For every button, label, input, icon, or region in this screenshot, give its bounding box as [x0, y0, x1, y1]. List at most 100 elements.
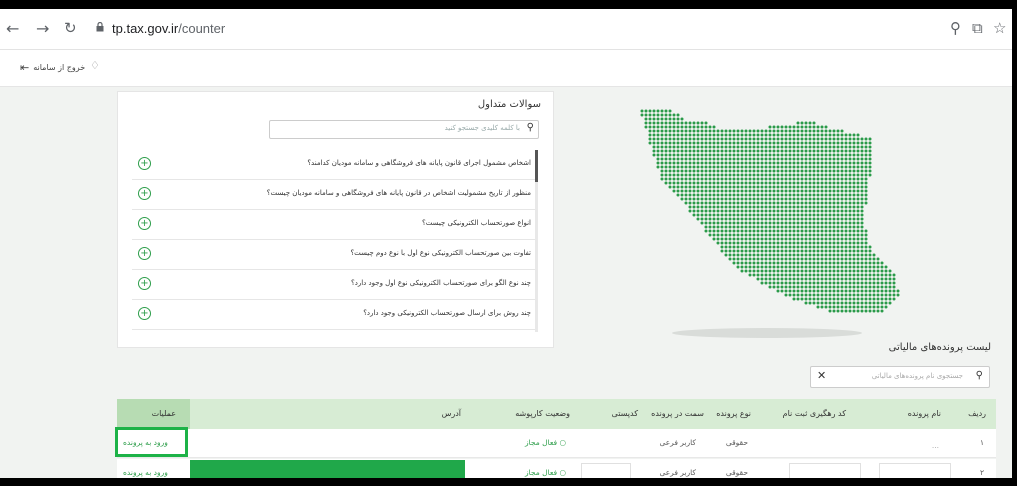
lock-icon[interactable] — [96, 22, 104, 32]
map-dot — [792, 177, 796, 181]
map-dot — [792, 169, 796, 173]
map-dot — [860, 173, 864, 177]
map-dot — [836, 297, 840, 301]
map-dot — [828, 273, 832, 277]
plus-icon[interactable]: + — [138, 277, 151, 290]
map-dot — [896, 289, 900, 293]
map-dot — [664, 157, 668, 161]
map-dot — [852, 193, 856, 197]
logout-button[interactable]: خروج از سامانه ⇤ — [20, 61, 85, 74]
map-dot — [840, 141, 844, 145]
tax-files-search-input[interactable]: ⚲ جستجوی نام پرونده‌های مالیاتی ✕ — [810, 366, 990, 388]
map-dot — [724, 205, 728, 209]
map-dot — [824, 301, 828, 305]
map-dot — [764, 221, 768, 225]
faq-search-input[interactable]: ⚲ با کلمه کلیدی جستجو کنید — [269, 120, 539, 139]
faq-item[interactable]: + اشخاص مشمول اجرای قانون پایانه های فروش… — [132, 150, 537, 180]
map-dot — [852, 293, 856, 297]
map-dot — [844, 217, 848, 221]
map-dot — [804, 181, 808, 185]
faq-item[interactable]: + تفاوت بین صورتحساب الکترونیکی نوع اول ب… — [132, 240, 537, 270]
faq-item[interactable]: + انواع صورتحساب الکترونیکی چیست؟ — [132, 210, 537, 240]
map-dot — [720, 137, 724, 141]
map-dot — [744, 249, 748, 253]
bell-icon[interactable]: ♢ — [90, 59, 100, 72]
map-dot — [724, 185, 728, 189]
map-dot — [792, 245, 796, 249]
back-icon[interactable]: ← — [6, 19, 19, 38]
map-dot — [756, 173, 760, 177]
map-dot — [792, 157, 796, 161]
map-dot — [832, 169, 836, 173]
map-dot — [796, 121, 800, 125]
map-dot — [736, 153, 740, 157]
map-dot — [696, 133, 700, 137]
map-dot — [688, 181, 692, 185]
map-dot — [708, 225, 712, 229]
cell-name-redacted — [879, 463, 951, 478]
cell-tracking-redacted — [789, 463, 861, 478]
map-dot — [840, 297, 844, 301]
map-dot — [736, 157, 740, 161]
map-dot — [780, 269, 784, 273]
faq-scrollbar[interactable] — [535, 150, 538, 332]
map-dot — [720, 145, 724, 149]
map-dot — [784, 125, 788, 129]
star-icon[interactable]: ☆ — [993, 19, 1006, 37]
map-dot — [832, 185, 836, 189]
map-dot — [828, 161, 832, 165]
map-dot — [720, 197, 724, 201]
map-dot — [688, 161, 692, 165]
reload-icon[interactable]: ↻ — [64, 19, 77, 37]
map-dot — [660, 153, 664, 157]
faq-item[interactable]: + منظور از تاریخ مشمولیت اشخاص در قانون پ… — [132, 180, 537, 210]
clear-icon[interactable]: ✕ — [817, 369, 826, 382]
plus-icon[interactable]: + — [138, 217, 151, 230]
forward-icon[interactable]: → — [36, 19, 49, 38]
map-dot — [700, 217, 704, 221]
map-dot — [816, 261, 820, 265]
map-dot — [840, 221, 844, 225]
map-dot — [780, 261, 784, 265]
faq-scroll-thumb[interactable] — [535, 150, 538, 182]
faq-item[interactable]: + چند نوع الگو برای صورتحساب الکترونیکی ن… — [132, 270, 537, 300]
map-dot — [844, 285, 848, 289]
map-dot — [756, 277, 760, 281]
map-dot — [840, 169, 844, 173]
faq-item[interactable]: + چند روش برای ارسال صورتحساب الکترونیکی … — [132, 300, 537, 330]
map-dot — [876, 277, 880, 281]
plus-icon[interactable]: + — [138, 307, 151, 320]
map-dot — [752, 225, 756, 229]
map-dot — [788, 129, 792, 133]
map-dot — [780, 145, 784, 149]
map-dot — [804, 249, 808, 253]
map-dot — [776, 281, 780, 285]
map-dot — [760, 173, 764, 177]
enter-file-link[interactable]: ورود به پرونده — [123, 468, 168, 477]
plus-icon[interactable]: + — [138, 157, 151, 170]
map-dot — [812, 233, 816, 237]
map-dot — [848, 273, 852, 277]
map-dot — [872, 257, 876, 261]
map-dot — [800, 241, 804, 245]
faq-question: منظور از تاریخ مشمولیت اشخاص در قانون پا… — [266, 189, 531, 197]
map-dot — [780, 153, 784, 157]
map-dot — [828, 217, 832, 221]
map-dot — [820, 201, 824, 205]
map-dot — [808, 285, 812, 289]
map-dot — [796, 165, 800, 169]
address-bar[interactable]: tp.tax.gov.ir/counter — [112, 21, 225, 36]
zoom-icon[interactable]: ⚲ — [950, 19, 961, 37]
map-dot — [872, 281, 876, 285]
plus-icon[interactable]: + — [138, 187, 151, 200]
map-dot — [780, 173, 784, 177]
map-dot — [740, 177, 744, 181]
map-dot — [764, 245, 768, 249]
map-dot — [760, 241, 764, 245]
plus-icon[interactable]: + — [138, 247, 151, 260]
map-dot — [812, 285, 816, 289]
map-dot — [804, 185, 808, 189]
share-icon[interactable]: ⧉ — [972, 19, 983, 37]
map-dot — [704, 225, 708, 229]
map-dot — [760, 249, 764, 253]
